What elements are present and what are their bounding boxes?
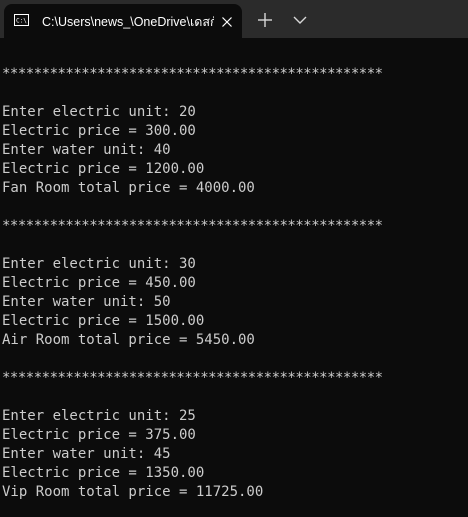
- output-line: Air Room total price = 5450.00: [2, 332, 255, 348]
- output-line: Electric price = 1500.00: [2, 313, 205, 329]
- output-line: Enter water unit: 50: [2, 294, 171, 310]
- output-line: Electric price = 1350.00: [2, 465, 205, 481]
- output-line: Enter electric unit: 20: [2, 104, 196, 120]
- output-line: Enter electric unit: 25: [2, 408, 196, 424]
- close-icon[interactable]: [218, 13, 236, 31]
- terminal-window: C:\ C:\Users\news_\OneDrive\เดสก์ ******…: [0, 0, 468, 517]
- terminal-output[interactable]: ****************************************…: [0, 38, 468, 517]
- output-line: Enter water unit: 45: [2, 446, 171, 462]
- output-line: Enter water unit: 40: [2, 142, 171, 158]
- separator-line: ****************************************…: [2, 218, 383, 234]
- console-icon: C:\: [14, 14, 29, 26]
- chevron-down-icon[interactable]: [290, 10, 310, 30]
- plus-icon[interactable]: [255, 10, 275, 30]
- output-line: Enter electric unit: 30: [2, 256, 196, 272]
- separator-line: ****************************************…: [2, 370, 383, 386]
- separator-line: ****************************************…: [2, 66, 383, 82]
- output-line: Electric price = 450.00: [2, 275, 196, 291]
- output-line: Electric price = 1200.00: [2, 161, 205, 177]
- svg-text:C:\: C:\: [16, 18, 27, 25]
- tab-title: C:\Users\news_\OneDrive\เดสก์: [42, 15, 214, 29]
- output-lines: ****************************************…: [2, 65, 383, 502]
- output-line: Electric price = 375.00: [2, 427, 196, 443]
- tab-active[interactable]: C:\ C:\Users\news_\OneDrive\เดสก์: [4, 4, 242, 38]
- title-bar: C:\ C:\Users\news_\OneDrive\เดสก์: [0, 0, 468, 38]
- output-line: Electric price = 300.00: [2, 123, 196, 139]
- output-line: Vip Room total price = 11725.00: [2, 484, 264, 500]
- output-line: Fan Room total price = 4000.00: [2, 180, 255, 196]
